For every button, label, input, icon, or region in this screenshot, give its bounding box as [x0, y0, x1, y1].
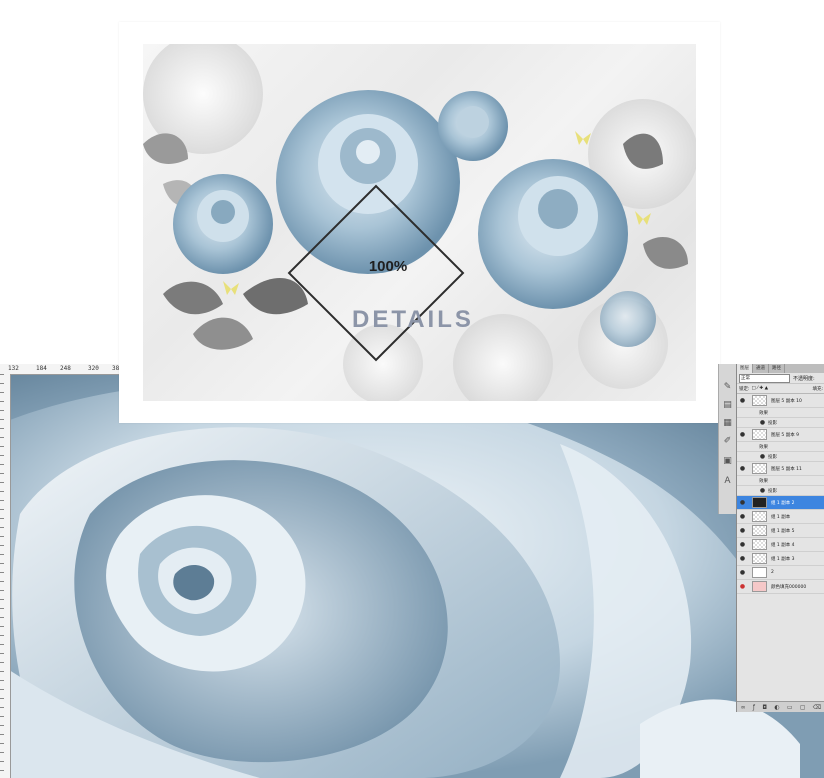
layer-thumbnail: [752, 429, 767, 440]
layer-effects-row[interactable]: 效果: [737, 408, 824, 418]
layer-effect-name: 投影: [768, 488, 777, 494]
layer-row[interactable]: ● 组 1 副本 5: [737, 524, 824, 538]
rose-closeup-illustration: [0, 379, 824, 778]
layer-effect-shadow-row[interactable]: ● 投影: [737, 418, 824, 428]
tab-paths[interactable]: 路径: [769, 364, 785, 373]
layer-name: 颜色填充000000: [771, 584, 807, 590]
layer-name: 组 1 副本: [771, 514, 791, 520]
layer-effects-row[interactable]: 效果: [737, 476, 824, 486]
layer-thumbnail: [752, 567, 767, 578]
layer-thumbnail: [752, 553, 767, 564]
layer-effect-shadow-row[interactable]: ● 投影: [737, 486, 824, 496]
layer-thumbnail: [752, 539, 767, 550]
layer-name: 组 1 副本 5: [771, 528, 795, 534]
layer-name: 图层 5 副本 11: [771, 466, 802, 472]
details-label: DETAILS: [352, 306, 474, 333]
layers-panel-footer: ∞ ƒ ◘ ◐ ▭ ▢ ⌫: [737, 701, 824, 712]
layer-thumbnail: [752, 511, 767, 522]
layer-effect-name: 投影: [768, 420, 777, 426]
ruler-tick-label: 184: [36, 365, 47, 372]
vertical-ruler: [0, 374, 11, 778]
layer-name: 组 1 副本 3: [771, 556, 795, 562]
adjustment-icon[interactable]: ◐: [774, 704, 779, 711]
layer-list: ● 图层 5 副本 10 效果 ● 投影 ● 图层 5 副本 9 效果 ● 投影…: [737, 394, 824, 594]
layer-effect-shadow-row[interactable]: ● 投影: [737, 452, 824, 462]
preview-card: 100% DETAILS: [119, 22, 720, 423]
layers-panel: 图层 通道 路径 正常 不透明度: 锁定: □ ⁄ ✚ ▲ 填充: ● 图层 5…: [736, 364, 824, 712]
history-icon[interactable]: ▤: [722, 400, 733, 411]
layer-row[interactable]: ● 组 1 副本: [737, 510, 824, 524]
layer-effect-name: 效果: [759, 444, 768, 450]
zoomed-rose-canvas: [0, 364, 824, 778]
layer-name: 图层 5 副本 9: [771, 432, 800, 438]
ruler-tick-label: 320: [88, 365, 99, 372]
layer-row[interactable]: ● 图层 5 副本 11: [737, 462, 824, 476]
visibility-eye-icon[interactable]: ●: [739, 465, 746, 472]
blend-row: 正常 不透明度:: [737, 373, 824, 384]
layer-thumbnail: [752, 525, 767, 536]
layer-name: 2: [771, 570, 774, 575]
link-icon[interactable]: ∞: [741, 704, 746, 711]
layer-row[interactable]: ● 图层 5 副本 9: [737, 428, 824, 442]
visibility-eye-icon[interactable]: ●: [739, 583, 746, 590]
layer-effects-row[interactable]: 效果: [737, 442, 824, 452]
layer-row[interactable]: ● 颜色填充000000: [737, 580, 824, 594]
layer-name: 组 1 副本 4: [771, 542, 795, 548]
visibility-eye-icon[interactable]: ●: [759, 419, 766, 426]
opacity-label: 不透明度:: [793, 375, 815, 382]
character-icon[interactable]: A: [722, 476, 733, 487]
layer-thumbnail: [752, 581, 767, 592]
layers-icon[interactable]: ▦: [722, 418, 733, 429]
visibility-eye-icon[interactable]: ●: [759, 453, 766, 460]
fx-icon[interactable]: ƒ: [753, 704, 755, 711]
visibility-eye-icon[interactable]: ●: [739, 541, 746, 548]
visibility-eye-icon[interactable]: ●: [739, 431, 746, 438]
tab-channels[interactable]: 通道: [753, 364, 769, 373]
visibility-eye-icon[interactable]: ●: [739, 499, 746, 506]
layer-effect-name: 效果: [759, 410, 768, 416]
layers-panel-tabs: 图层 通道 路径: [737, 364, 824, 373]
layer-effect-name: 效果: [759, 478, 768, 484]
rose-mural-preview: 100% DETAILS: [143, 44, 696, 401]
ruler-tick-label: 132: [8, 365, 19, 372]
visibility-eye-icon[interactable]: ●: [759, 487, 766, 494]
info-icon[interactable]: ▣: [722, 456, 733, 467]
visibility-eye-icon[interactable]: ●: [739, 569, 746, 576]
layer-name: 图层 5 副本 10: [771, 398, 802, 404]
visibility-eye-icon[interactable]: ●: [739, 555, 746, 562]
layer-row[interactable]: ● 组 1 副本 3: [737, 552, 824, 566]
lock-icons[interactable]: □ ⁄ ✚ ▲: [752, 386, 769, 391]
panel-tools-strip: ✎ ▤ ▦ ✐ ▣ A: [718, 364, 738, 514]
layer-thumbnail: [752, 463, 767, 474]
layer-effect-name: 投影: [768, 454, 777, 460]
layer-thumbnail: [752, 497, 767, 508]
folder-icon[interactable]: ▭: [787, 704, 793, 711]
layer-row[interactable]: ● 图层 5 副本 10: [737, 394, 824, 408]
brush-icon[interactable]: ✎: [722, 382, 733, 393]
layer-thumbnail: [752, 395, 767, 406]
visibility-eye-icon[interactable]: ●: [739, 397, 746, 404]
layer-name: 组 1 副本 2: [771, 500, 795, 506]
new-layer-icon[interactable]: ▢: [800, 704, 806, 711]
eyedropper-icon[interactable]: ✐: [722, 436, 733, 447]
visibility-eye-icon[interactable]: ●: [739, 513, 746, 520]
layer-row[interactable]: ● 2: [737, 566, 824, 580]
lock-row: 锁定: □ ⁄ ✚ ▲ 填充:: [737, 384, 824, 394]
layer-row-selected[interactable]: ● 组 1 副本 2: [737, 496, 824, 510]
zoom-percent-label: 100%: [368, 258, 408, 275]
ruler-tick-label: 248: [60, 365, 71, 372]
visibility-eye-icon[interactable]: ●: [739, 527, 746, 534]
mask-icon[interactable]: ◘: [762, 704, 767, 711]
lock-label: 锁定:: [739, 386, 750, 392]
blend-mode-select[interactable]: 正常: [739, 373, 790, 383]
blue-roses-illustration: [143, 44, 696, 401]
trash-icon[interactable]: ⌫: [813, 704, 821, 711]
fill-label: 填充:: [812, 386, 823, 392]
tab-layers[interactable]: 图层: [737, 364, 753, 373]
layer-row[interactable]: ● 组 1 副本 4: [737, 538, 824, 552]
